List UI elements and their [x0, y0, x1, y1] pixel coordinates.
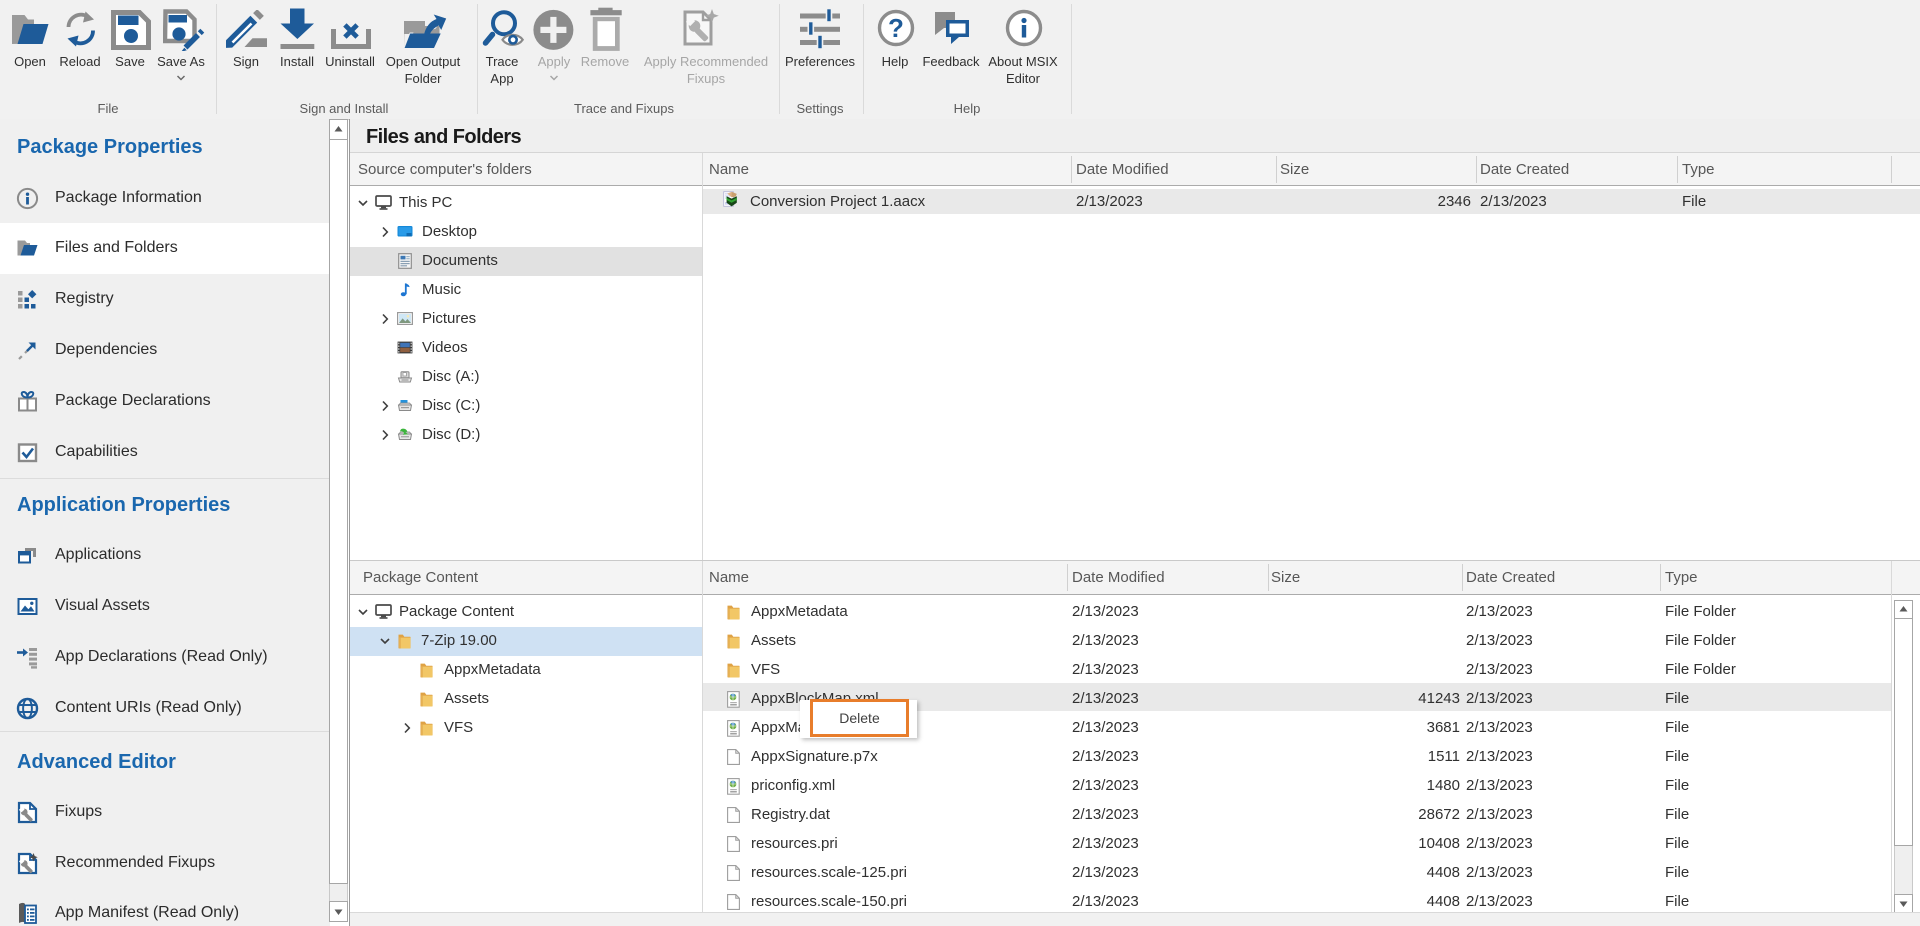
svg-text:?: ? — [888, 13, 904, 43]
